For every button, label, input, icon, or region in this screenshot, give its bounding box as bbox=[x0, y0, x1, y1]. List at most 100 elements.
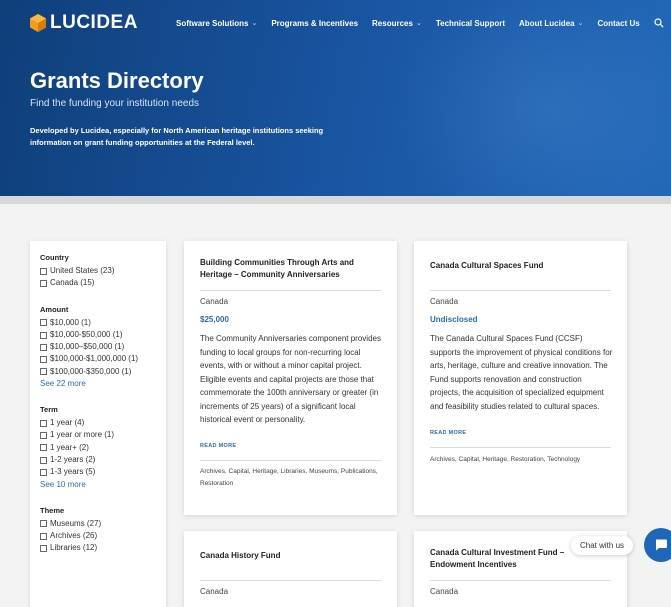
read-more-link[interactable]: READ MORE bbox=[200, 443, 236, 449]
grant-card: Canada Cultural Spaces Fund Canada Undis… bbox=[414, 241, 627, 515]
filter-title: Country bbox=[40, 253, 69, 262]
filter-option-label: 1-3 years (5) bbox=[50, 467, 96, 477]
filter-option-label: 1 year+ (2) bbox=[50, 442, 89, 452]
nav-about-lucidea[interactable]: About Lucidea ⌄ bbox=[519, 19, 583, 28]
see-more-link[interactable]: See 22 more bbox=[40, 378, 166, 390]
grant-amount: $25,000 bbox=[200, 315, 229, 324]
checkbox[interactable] bbox=[40, 343, 47, 351]
page-title: Grants Directory bbox=[30, 68, 204, 93]
checkbox[interactable] bbox=[40, 331, 47, 339]
checkbox[interactable] bbox=[40, 368, 47, 376]
filter-option[interactable]: Libraries (12) bbox=[40, 542, 166, 554]
filter-option[interactable]: United States (23) bbox=[40, 265, 166, 277]
grant-card: Canada History Fund Canada bbox=[184, 531, 397, 607]
section-divider bbox=[0, 196, 671, 204]
read-more-link[interactable]: READ MORE bbox=[430, 430, 466, 436]
nav-label: Software Solutions bbox=[176, 18, 249, 28]
chat-button[interactable] bbox=[644, 528, 671, 562]
nav-programs-incentives[interactable]: Programs & Incentives bbox=[271, 19, 358, 28]
filter-option[interactable]: Museums (27) bbox=[40, 518, 166, 530]
checkbox[interactable] bbox=[40, 456, 47, 464]
filter-option[interactable]: Archives (26) bbox=[40, 530, 166, 542]
checkbox[interactable] bbox=[40, 356, 47, 364]
filter-option[interactable]: $100,000-$350,000 (1) bbox=[40, 366, 166, 378]
grant-description: The Canada Cultural Spaces Fund (CCSF) s… bbox=[430, 334, 613, 411]
divider bbox=[430, 290, 611, 291]
checkbox[interactable] bbox=[40, 319, 47, 327]
filter-option-label: $10,000 (1) bbox=[50, 317, 91, 327]
filter-option[interactable]: 1 year+ (2) bbox=[40, 442, 166, 454]
filter-option-label: $10,000-$50,000 (1) bbox=[50, 329, 123, 339]
nav-label: Programs & Incentives bbox=[271, 18, 359, 28]
brand-name: LUCIDEA bbox=[50, 12, 138, 33]
nav-label: Technical Support bbox=[435, 18, 506, 28]
divider bbox=[200, 460, 381, 461]
grant-title[interactable]: Canada History Fund bbox=[200, 550, 381, 562]
grant-amount: Undisclosed bbox=[430, 315, 478, 324]
chat-prompt[interactable]: Chat with us bbox=[571, 536, 634, 555]
filter-option-label: United States (23) bbox=[50, 266, 115, 275]
nav-resources[interactable]: Resources ⌄ bbox=[372, 19, 422, 28]
grant-tags: Archives, Capital, Heritage, Libraries, … bbox=[200, 468, 378, 487]
checkbox[interactable] bbox=[40, 468, 47, 476]
filter-option-label: Canada (15) bbox=[50, 278, 95, 288]
checkbox[interactable] bbox=[40, 532, 47, 540]
nav-label: About Lucidea bbox=[519, 18, 575, 28]
page-subtitle: Find the funding your institution needs bbox=[30, 98, 199, 109]
checkbox[interactable] bbox=[40, 520, 47, 528]
filter-title: Theme bbox=[40, 505, 65, 515]
chat-icon bbox=[656, 539, 667, 551]
filter-group-country: Country United States (23) Canada (15) bbox=[40, 253, 166, 290]
grant-title[interactable]: Building Communities Through Arts and He… bbox=[200, 257, 381, 281]
nav-label: Contact Us bbox=[597, 18, 640, 28]
divider bbox=[200, 290, 381, 291]
nav-contact-us[interactable]: Contact Us bbox=[597, 19, 639, 28]
grant-country: Canada bbox=[430, 587, 459, 596]
nav-software-solutions[interactable]: Software Solutions ⌄ bbox=[176, 19, 257, 28]
filter-option[interactable]: $10,000 (1) bbox=[40, 317, 166, 329]
filter-option[interactable]: 1-2 years (2) bbox=[40, 454, 166, 466]
chevron-down-icon: ⌄ bbox=[577, 20, 584, 27]
hexagon-logo-icon bbox=[30, 14, 46, 32]
filter-option[interactable]: $100,000-$1,000,000 (1) bbox=[40, 353, 166, 365]
filter-option[interactable]: 1-3 years (5) bbox=[40, 466, 166, 478]
see-more-link[interactable]: See 10 more bbox=[40, 479, 166, 491]
chevron-down-icon: ⌄ bbox=[415, 20, 422, 27]
filter-option-label: 1-2 years (2) bbox=[50, 454, 96, 464]
checkbox[interactable] bbox=[40, 544, 47, 552]
filter-option-label: 1 year (4) bbox=[50, 418, 85, 428]
filter-option[interactable]: $10,000–$50,000 (1) bbox=[40, 341, 166, 353]
checkbox[interactable] bbox=[40, 279, 47, 287]
filter-option-label: Archives (26) bbox=[50, 530, 98, 540]
filter-option[interactable]: $10,000-$50,000 (1) bbox=[40, 329, 166, 341]
grant-country: Canada bbox=[200, 297, 229, 306]
checkbox[interactable] bbox=[40, 444, 47, 452]
filter-title: Amount bbox=[40, 304, 69, 314]
lucidea-logo[interactable]: LUCIDEA bbox=[30, 12, 138, 34]
grant-title[interactable]: Canada Cultural Spaces Fund bbox=[430, 260, 611, 272]
filter-option-label: $10,000–$50,000 (1) bbox=[50, 342, 125, 352]
nav-technical-support[interactable]: Technical Support bbox=[436, 19, 505, 28]
nav-label: Resources bbox=[372, 18, 413, 28]
search-icon[interactable] bbox=[654, 18, 664, 28]
grant-country: Canada bbox=[430, 297, 459, 306]
divider bbox=[430, 447, 611, 448]
grant-country: Canada bbox=[200, 587, 229, 596]
filter-group-theme: Theme Museums (27) Archives (26) Librari… bbox=[40, 506, 166, 555]
filter-option[interactable]: Canada (15) bbox=[40, 277, 166, 289]
checkbox[interactable] bbox=[40, 432, 47, 440]
filter-option[interactable]: 1 year or more (1) bbox=[40, 429, 166, 441]
chevron-down-icon: ⌄ bbox=[251, 20, 258, 27]
checkbox[interactable] bbox=[40, 267, 47, 275]
filter-option-label: $100,000-$1,000,000 (1) bbox=[50, 354, 139, 364]
filter-option-label: Libraries (12) bbox=[50, 543, 98, 553]
filter-option-label: Museums (27) bbox=[50, 518, 102, 528]
page-description: Developed by Lucidea, especially for Nor… bbox=[30, 126, 324, 147]
filter-group-term: Term 1 year (4) 1 year or more (1) 1 yea… bbox=[40, 405, 166, 490]
hero-banner: LUCIDEA Software Solutions ⌄ Programs & … bbox=[0, 0, 671, 196]
filter-title: Term bbox=[40, 405, 58, 415]
divider bbox=[430, 580, 611, 581]
checkbox[interactable] bbox=[40, 419, 47, 427]
grant-tags: Archives, Capital, Heritage, Restoration… bbox=[430, 456, 581, 463]
filter-option[interactable]: 1 year (4) bbox=[40, 417, 166, 429]
